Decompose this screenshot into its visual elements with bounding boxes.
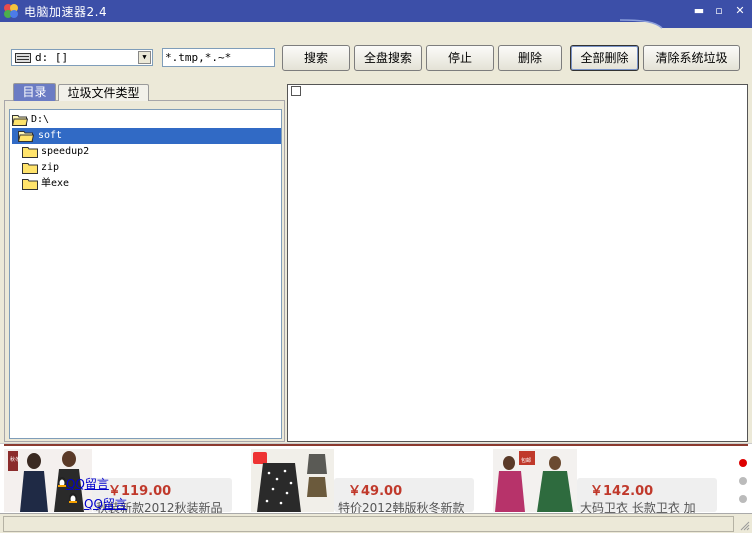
window-title: 电脑加速器2.4 xyxy=(24,5,108,19)
folder-open-icon xyxy=(12,115,28,126)
ad-banner: 秋冬 ￥119.00 秋装新款2012秋装新品 QQ留言 QQ留言 ￥49.00… xyxy=(0,443,752,515)
carousel-dot-1[interactable] xyxy=(739,459,747,467)
ad-banner-divider xyxy=(4,444,748,446)
app-logo-icon xyxy=(4,4,18,18)
stop-button[interactable]: 停止 xyxy=(426,45,494,71)
tree-item-label: speedup2 xyxy=(41,146,90,157)
folder-icon xyxy=(22,179,38,190)
minimize-icon[interactable]: ▬ xyxy=(692,4,706,18)
title-bar[interactable]: 电脑加速器2.4 ▬ ▫ ✕ xyxy=(0,0,752,29)
directory-tree[interactable]: D:\ soft speedup2 zip 单exe xyxy=(9,109,282,439)
drive-select-value: d: [] xyxy=(35,51,69,64)
tree-root-label: D:\ xyxy=(31,114,50,125)
drive-select[interactable]: d: [] ▼ xyxy=(11,49,153,66)
maximize-icon[interactable]: ▫ xyxy=(712,4,726,18)
tree-item-zip[interactable]: zip xyxy=(22,160,222,176)
tree-item-label: soft xyxy=(38,130,63,141)
title-bar-decoration xyxy=(0,0,752,29)
ad-product-image xyxy=(251,449,334,512)
carousel-dot-2[interactable] xyxy=(739,477,747,485)
tree-root[interactable]: D:\ xyxy=(12,112,280,128)
carousel-dot-3[interactable] xyxy=(739,495,747,503)
ad-badge-text: 秋冬 xyxy=(10,456,20,463)
ad-price: ￥49.00 xyxy=(348,484,403,499)
delete-button[interactable]: 删除 xyxy=(498,45,562,71)
chevron-down-icon[interactable]: ▼ xyxy=(138,51,151,64)
resize-grip-icon[interactable] xyxy=(738,519,750,531)
clean-system-junk-button[interactable]: 清除系统垃圾 xyxy=(643,45,740,71)
qq-message-link[interactable]: QQ留言 xyxy=(84,495,127,512)
tab-directory[interactable]: 目录 xyxy=(13,83,56,101)
full-search-button[interactable]: 全盘搜索 xyxy=(354,45,422,71)
status-bar xyxy=(0,513,752,533)
tree-item-speedup2[interactable]: speedup2 xyxy=(22,144,222,160)
tree-item-soft[interactable]: soft xyxy=(12,128,281,144)
folder-open-icon xyxy=(18,131,34,142)
drive-icon xyxy=(15,53,31,63)
qq-message-link[interactable]: QQ留言 xyxy=(66,475,109,492)
search-button[interactable]: 搜索 xyxy=(282,45,350,71)
tree-item-exe[interactable]: 单exe xyxy=(22,176,222,192)
ad-badge-text: 包邮 xyxy=(521,457,531,464)
tab-junk-file-types[interactable]: 垃圾文件类型 xyxy=(58,84,149,101)
qq-penguin-icon xyxy=(69,493,77,503)
folder-icon xyxy=(22,163,38,174)
app-window: 电脑加速器2.4 ▬ ▫ ✕ d: [] ▼ *.tmp,*.~* 搜索 全盘搜… xyxy=(0,0,752,533)
tree-item-label: zip xyxy=(41,162,60,173)
delete-all-button[interactable]: 全部删除 xyxy=(570,45,639,71)
ad-image-2[interactable] xyxy=(251,449,334,512)
file-pattern-input[interactable]: *.tmp,*.~* xyxy=(162,48,275,67)
file-list-panel[interactable] xyxy=(287,84,748,442)
select-all-checkbox[interactable] xyxy=(291,86,301,96)
left-panel: D:\ soft speedup2 zip 单exe xyxy=(4,100,285,442)
ad-image-3[interactable]: 包邮 xyxy=(493,449,577,512)
status-text xyxy=(3,516,734,532)
ad-price: ￥142.00 xyxy=(590,484,654,499)
folder-icon xyxy=(22,147,38,158)
ad-product-image: 包邮 xyxy=(493,449,577,512)
tree-item-label: 单exe xyxy=(41,178,70,189)
close-icon[interactable]: ✕ xyxy=(733,4,747,18)
